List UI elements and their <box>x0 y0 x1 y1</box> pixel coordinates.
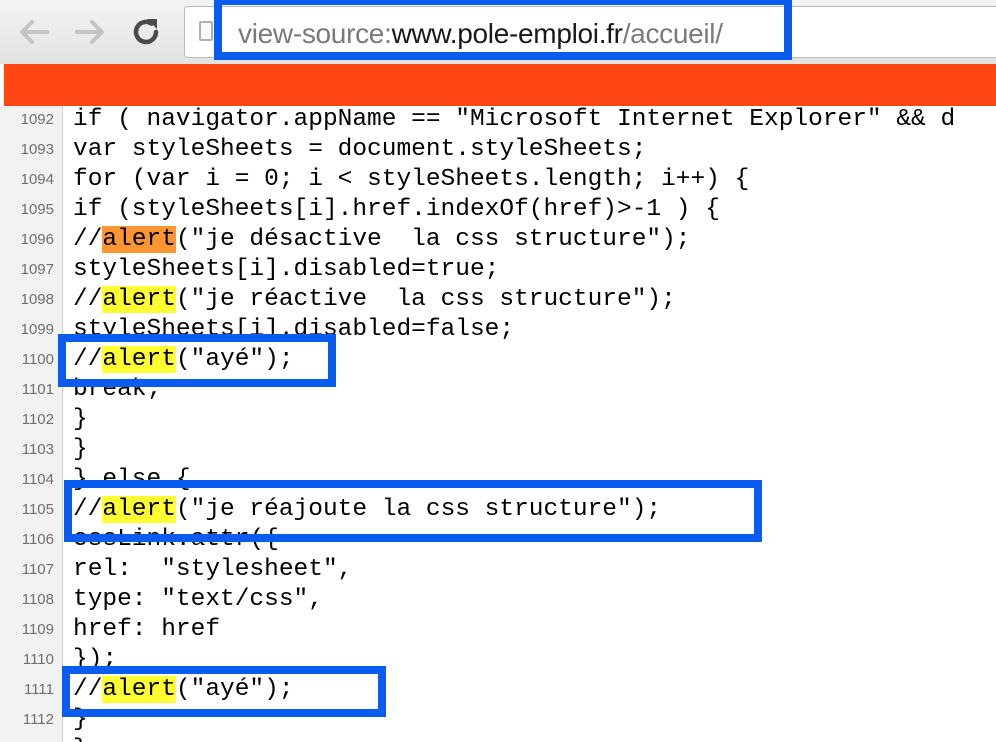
source-line: 1109 href: href <box>0 615 996 645</box>
line-number: 1109 <box>21 621 54 638</box>
source-line: 1108 type: "text/css", <box>0 585 996 615</box>
search-match: alert <box>102 286 176 313</box>
reload-button[interactable] <box>126 12 166 52</box>
line-number: 1101 <box>21 381 54 398</box>
line-code: href: href <box>73 615 220 645</box>
code-text: styleSheets[i].disabled=true; <box>73 256 500 283</box>
notification-bar <box>4 64 996 106</box>
source-line: 1102} <box>0 405 996 435</box>
line-number: 1100 <box>21 351 54 368</box>
code-text: } <box>73 406 88 433</box>
line-code: //alert("je réactive la css structure"); <box>73 285 676 315</box>
line-number: 1108 <box>21 591 54 608</box>
back-button[interactable] <box>14 12 54 52</box>
line-code: type: "text/css", <box>73 585 323 615</box>
source-line: 1107 rel: "stylesheet", <box>0 555 996 585</box>
line-number: 1106 <box>21 531 54 548</box>
annotation-box-url <box>214 0 792 60</box>
source-line: 1094 for (var i = 0; i < styleSheets.leng… <box>0 165 996 195</box>
line-code: } <box>73 735 88 742</box>
line-code: } <box>73 435 88 465</box>
line-number: 1094 <box>20 171 54 188</box>
line-code: } <box>73 405 88 435</box>
source-view[interactable]: 1092 if ( navigator.appName == "Microsoft… <box>0 106 996 742</box>
code-text: rel: "stylesheet", <box>73 556 353 583</box>
code-text: var styleSheets = document.styleSheets; <box>73 136 647 163</box>
back-arrow-icon <box>20 20 49 44</box>
line-number: 1105 <box>21 501 54 518</box>
line-number: 1107 <box>21 561 54 578</box>
annotation-box-line-1100 <box>58 334 336 387</box>
code-text: } <box>73 436 88 463</box>
source-lines: 1092 if ( navigator.appName == "Microsoft… <box>0 106 996 742</box>
code-text: // <box>73 286 103 313</box>
reload-icon <box>133 19 159 45</box>
line-number: 1111 <box>23 681 54 698</box>
line-code: if ( navigator.appName == "Microsoft Int… <box>73 106 955 135</box>
source-line: 1093 var styleSheets = document.styleShee… <box>0 135 996 165</box>
forward-arrow-icon <box>75 20 104 44</box>
line-number: 1095 <box>20 201 54 218</box>
annotation-box-line-1105 <box>64 480 762 542</box>
code-text: type: "text/css", <box>73 586 323 613</box>
code-text: ("je désactive la css structure"); <box>175 226 691 253</box>
line-number: 1096 <box>20 231 54 248</box>
code-text: ("je réactive la css structure"); <box>175 286 676 313</box>
line-code: var styleSheets = document.styleSheets; <box>73 135 646 165</box>
code-text: } <box>73 736 88 742</box>
code-text: // <box>73 226 103 253</box>
line-number: 1103 <box>21 441 54 458</box>
line-number: 1097 <box>20 261 54 278</box>
line-number: 1113 <box>0 735 54 742</box>
code-text: href: href <box>73 616 221 643</box>
line-code: //alert("je désactive la css structure")… <box>73 225 691 255</box>
line-number: 1092 <box>20 111 54 128</box>
source-line: 1097 styleSheets[i].disabled=true; <box>0 255 996 285</box>
line-number: 1104 <box>21 471 54 488</box>
browser-window: view-source:www.pole-emploi.fr/accueil/ … <box>0 0 996 742</box>
code-text: if ( navigator.appName == "Microsoft Int… <box>73 106 956 133</box>
line-number: 1112 <box>22 711 54 728</box>
source-line: 1095 if (styleSheets[i].href.indexOf(href… <box>0 195 996 225</box>
page-icon <box>199 21 213 41</box>
code-text: for (var i = 0; i < styleSheets.length; … <box>73 166 750 193</box>
line-number: 1099 <box>20 321 54 338</box>
line-number: 1110 <box>22 651 54 668</box>
line-number: 1102 <box>21 411 54 428</box>
source-line: 1103} <box>0 435 996 465</box>
source-line: 1096 //alert("je désactive la css structu… <box>0 225 996 255</box>
line-number: 1098 <box>20 291 54 308</box>
source-line: 1092 if ( navigator.appName == "Microsoft… <box>0 106 996 135</box>
line-number: 1093 <box>20 141 54 158</box>
line-code: for (var i = 0; i < styleSheets.length; … <box>73 165 749 195</box>
forward-button[interactable] <box>70 12 110 52</box>
annotation-box-line-1111 <box>62 666 386 717</box>
source-line: 1098 //alert("je réactive la css structur… <box>0 285 996 315</box>
code-text: if (styleSheets[i].href.indexOf(href)>-1… <box>73 196 720 223</box>
source-line: 1113} <box>0 735 996 742</box>
line-code: if (styleSheets[i].href.indexOf(href)>-1… <box>73 195 720 225</box>
line-code: rel: "stylesheet", <box>73 555 352 585</box>
search-match-active: alert <box>102 226 176 253</box>
line-code: styleSheets[i].disabled=true; <box>73 255 499 285</box>
